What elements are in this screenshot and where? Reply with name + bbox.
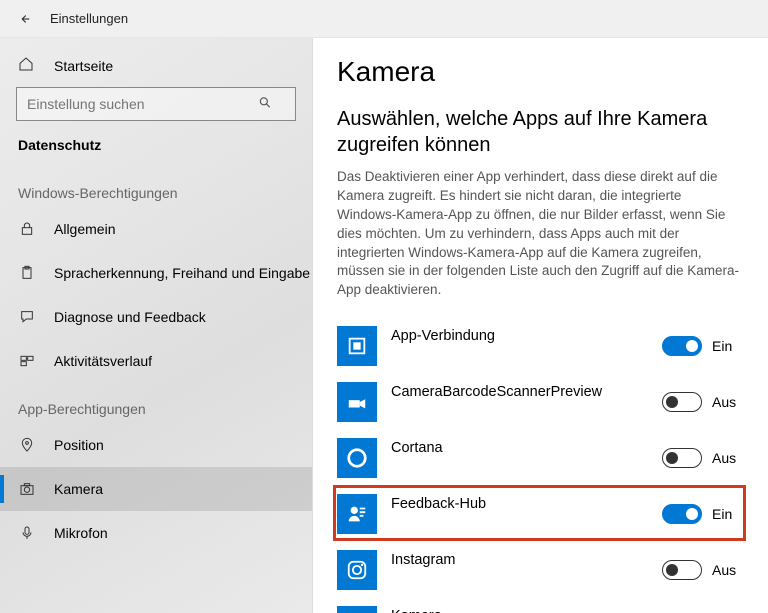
app-tile-icon	[337, 550, 377, 590]
nav-label: Allgemein	[54, 221, 115, 237]
feedback-icon	[18, 309, 36, 325]
search-input[interactable]	[16, 87, 296, 121]
app-toggle[interactable]	[662, 448, 702, 468]
group-app-perms: App-Berechtigungen	[0, 391, 312, 423]
app-toggle-state: Ein	[712, 338, 740, 354]
group-windows-perms: Windows-Berechtigungen	[0, 175, 312, 207]
app-row: CameraBarcodeScannerPreview Aus	[337, 374, 740, 430]
sidebar-section: Datenschutz	[0, 131, 312, 167]
app-name: Cortana	[391, 438, 662, 478]
app-tile-icon	[337, 606, 377, 613]
nav-position[interactable]: Position	[0, 423, 312, 467]
clipboard-icon	[18, 265, 36, 281]
nav-aktivitaet[interactable]: Aktivitätsverlauf	[0, 339, 312, 383]
nav-label: Mikrofon	[54, 525, 108, 541]
sidebar: Startseite Datenschutz Windows-Berechtig…	[0, 38, 313, 613]
app-row: App-Verbindung Ein	[337, 318, 740, 374]
app-toggle-state: Aus	[712, 394, 740, 410]
nav-mikrofon[interactable]: Mikrofon	[0, 511, 312, 555]
app-row: Feedback-Hub Ein	[337, 486, 740, 542]
app-list: App-Verbindung Ein CameraBarcodeScannerPre…	[337, 318, 740, 613]
nav-label: Spracherkennung, Freihand und Eingabe	[54, 265, 310, 281]
main-content: Kamera Auswählen, welche Apps auf Ihre K…	[313, 38, 768, 613]
app-tile-icon	[337, 438, 377, 478]
page-title: Kamera	[337, 56, 740, 88]
nav-spracherkennung[interactable]: Spracherkennung, Freihand und Eingabe	[0, 251, 312, 295]
microphone-icon	[18, 525, 36, 541]
app-row: Cortana Aus	[337, 430, 740, 486]
app-toggle[interactable]	[662, 560, 702, 580]
camera-icon	[18, 481, 36, 497]
location-icon	[18, 437, 36, 453]
app-tile-icon	[337, 326, 377, 366]
back-button[interactable]	[12, 7, 36, 31]
sidebar-home-label: Startseite	[54, 58, 113, 74]
app-toggle[interactable]	[662, 504, 702, 524]
nav-diagnose[interactable]: Diagnose und Feedback	[0, 295, 312, 339]
nav-label: Aktivitätsverlauf	[54, 353, 152, 369]
nav-label: Position	[54, 437, 104, 453]
app-toggle-state: Ein	[712, 506, 740, 522]
nav-kamera[interactable]: Kamera	[0, 467, 312, 511]
lock-icon	[18, 221, 36, 237]
nav-label: Diagnose und Feedback	[54, 309, 206, 325]
nav-allgemein[interactable]: Allgemein	[0, 207, 312, 251]
app-name: Instagram	[391, 550, 662, 590]
app-name: App-Verbindung	[391, 326, 662, 366]
app-tile-icon	[337, 382, 377, 422]
app-name: CameraBarcodeScannerPreview	[391, 382, 662, 422]
app-toggle[interactable]	[662, 336, 702, 356]
nav-label: Kamera	[54, 481, 103, 497]
app-row: Instagram Aus	[337, 542, 740, 598]
sidebar-home[interactable]: Startseite	[0, 48, 312, 83]
app-tile-icon	[337, 494, 377, 534]
home-icon	[18, 56, 36, 75]
app-toggle[interactable]	[662, 392, 702, 412]
page-subtitle: Auswählen, welche Apps auf Ihre Kamera z…	[337, 106, 740, 158]
app-name: Feedback-Hub	[391, 494, 662, 534]
history-icon	[18, 353, 36, 369]
page-description: Das Deaktivieren einer App verhindert, d…	[337, 168, 740, 300]
window-title: Einstellungen	[50, 11, 128, 26]
app-name: Kamera	[391, 606, 662, 613]
app-row: KameraEin	[337, 598, 740, 613]
app-toggle-state: Aus	[712, 562, 740, 578]
app-toggle-state: Aus	[712, 450, 740, 466]
titlebar: Einstellungen	[0, 0, 768, 38]
